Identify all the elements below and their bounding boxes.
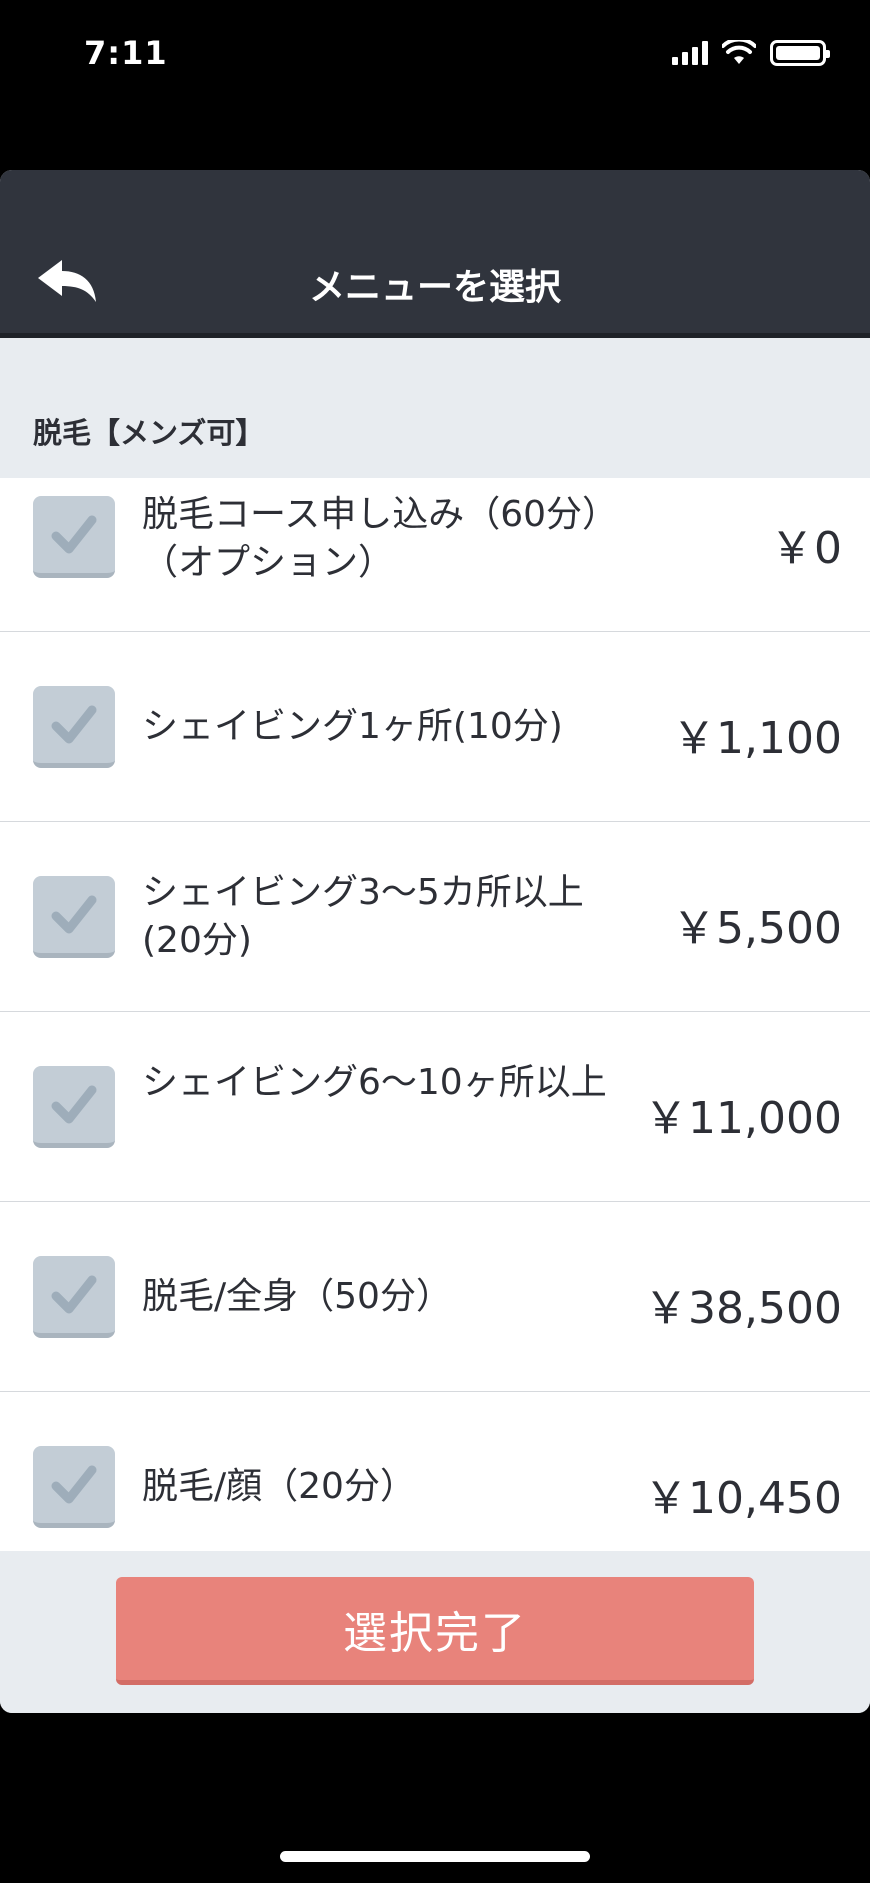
checkbox[interactable] (33, 496, 115, 578)
status-icons (672, 40, 830, 66)
item-price: ￥38,500 (644, 1283, 842, 1334)
item-label: 脱毛コース申し込み（60分）（オプション） (142, 494, 619, 583)
signal-icon (672, 41, 708, 65)
footer: 選択完了 (0, 1551, 870, 1713)
list-item[interactable]: シェイビング3〜5カ所以上(20分) ￥5,500 (0, 822, 870, 1012)
checkbox[interactable] (33, 686, 115, 768)
list-item[interactable]: 脱毛コース申し込み（60分）（オプション） ￥0 (0, 478, 870, 632)
item-price: ￥0 (770, 523, 842, 574)
wifi-icon (722, 40, 756, 64)
checkbox[interactable] (33, 1446, 115, 1528)
checkbox[interactable] (33, 1066, 115, 1148)
done-button[interactable]: 選択完了 (116, 1577, 754, 1685)
item-label: シェイビング3〜5カ所以上(20分) (142, 872, 584, 961)
battery-icon (770, 40, 830, 66)
item-price: ￥1,100 (672, 713, 842, 764)
checkbox[interactable] (33, 1256, 115, 1338)
menu-list[interactable]: 脱毛コース申し込み（60分）（オプション） ￥0 シェイビング1ヶ所(10分) … (0, 478, 870, 1551)
nav-bar: メニューを選択 (0, 170, 870, 338)
item-price: ￥11,000 (644, 1093, 842, 1144)
item-label: 脱毛/顔（20分） (142, 1466, 416, 1507)
checkmark-icon (51, 895, 97, 933)
item-label: シェイビング1ヶ所(10分) (142, 706, 563, 747)
list-item[interactable]: シェイビング6〜10ヶ所以上 ￥11,000 (0, 1012, 870, 1202)
checkmark-icon (51, 1465, 97, 1503)
checkmark-icon (51, 705, 97, 743)
checkmark-icon (51, 1275, 97, 1313)
checkbox[interactable] (33, 876, 115, 958)
status-bar: 7:11 (0, 0, 870, 110)
item-price: ￥10,450 (644, 1473, 842, 1524)
menu-select-sheet: メニューを選択 脱毛【メンズ可】 脱毛コース申し込み（60分）（オプション） ￥… (0, 170, 870, 1713)
item-label: 脱毛/全身（50分） (142, 1276, 452, 1317)
section-title: 脱毛【メンズ可】 (33, 416, 265, 450)
status-time: 7:11 (84, 34, 168, 72)
page-title: メニューを選択 (308, 267, 561, 308)
list-item[interactable]: シェイビング1ヶ所(10分) ￥1,100 (0, 632, 870, 822)
checkmark-icon (51, 1085, 97, 1123)
item-label: シェイビング6〜10ヶ所以上 (142, 1062, 607, 1103)
list-item[interactable]: 脱毛/全身（50分） ￥38,500 (0, 1202, 870, 1392)
checkmark-icon (51, 515, 97, 553)
item-price: ￥5,500 (672, 903, 842, 954)
home-indicator[interactable] (280, 1851, 590, 1862)
list-item[interactable]: 脱毛/顔（20分） ￥10,450 (0, 1392, 870, 1551)
